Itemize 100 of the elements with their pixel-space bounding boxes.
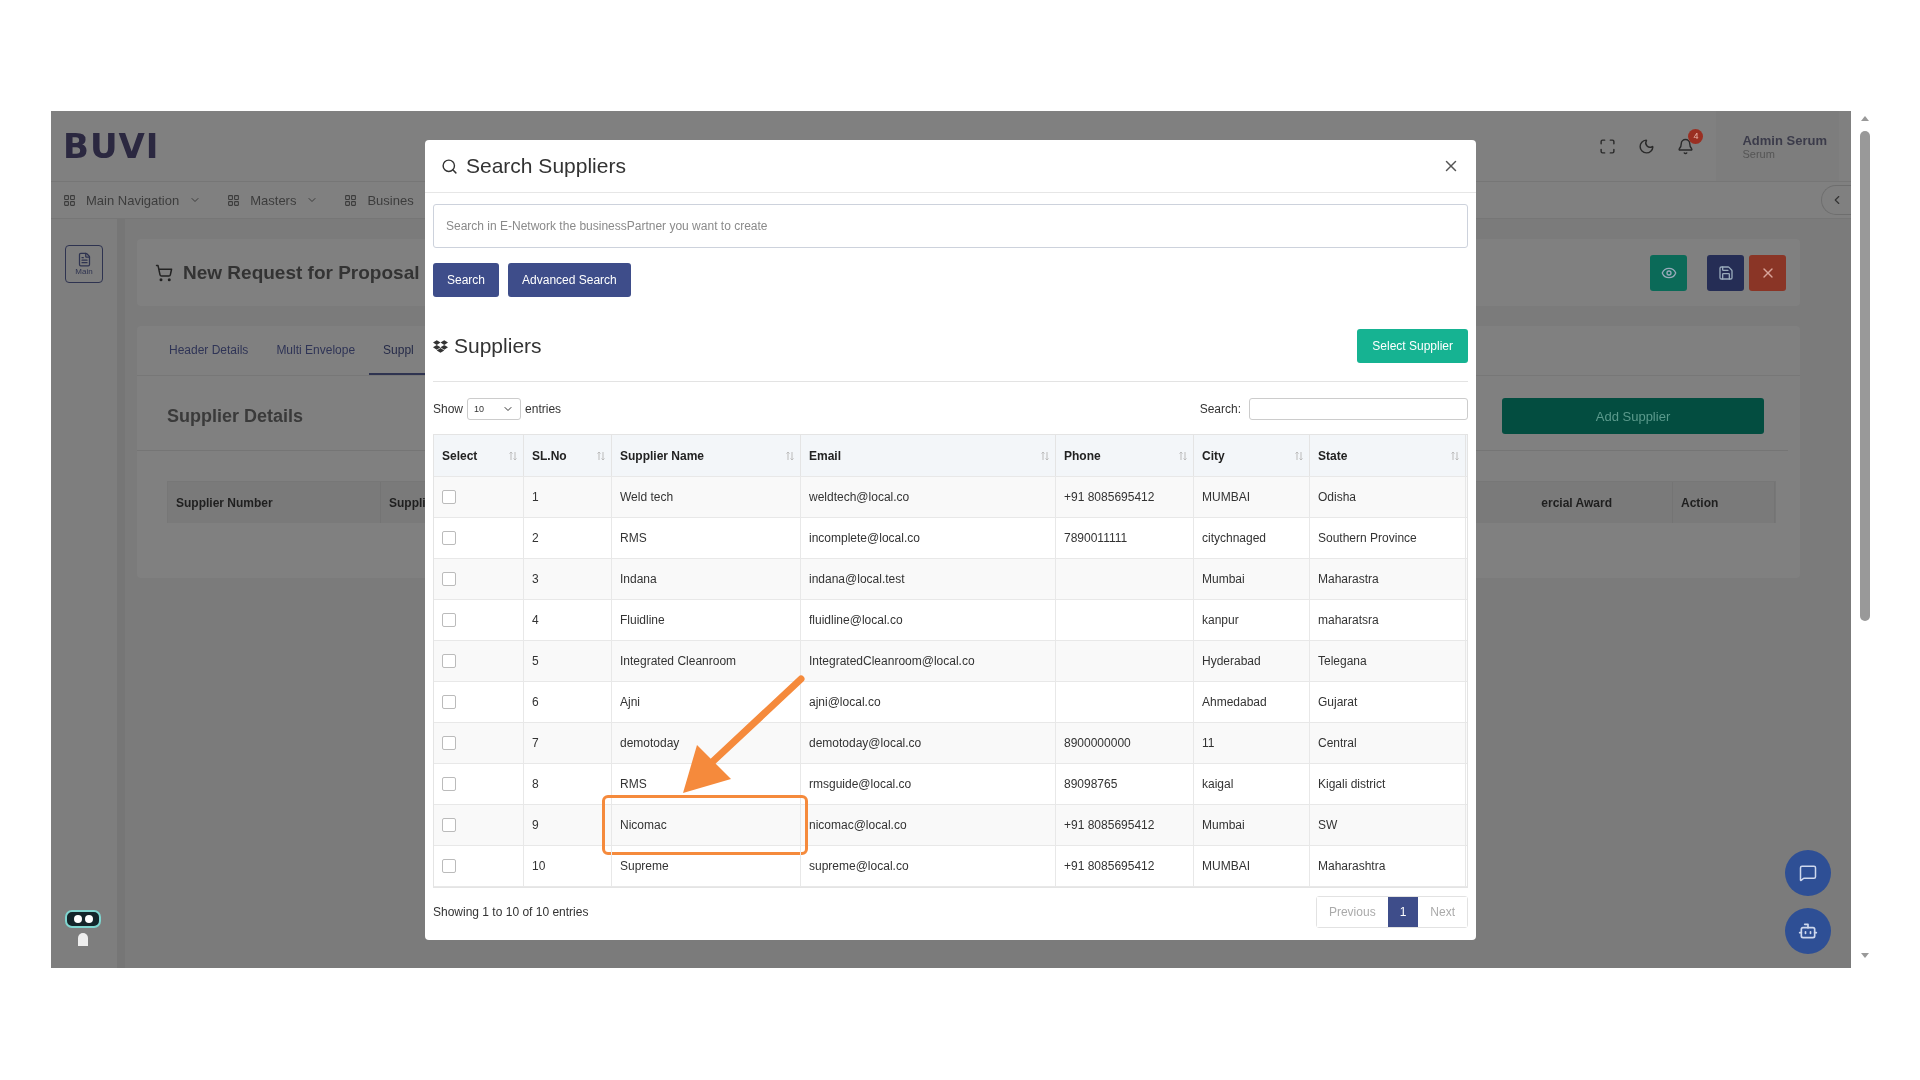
table-cell: Nicomac xyxy=(620,818,667,832)
table-cell: nicomac@local.co xyxy=(809,818,907,832)
checkbox[interactable] xyxy=(442,531,456,545)
table-cell: Odisha xyxy=(1318,490,1357,504)
table-cell: 8 xyxy=(532,777,539,791)
table-cell: 1 xyxy=(532,490,539,504)
search-button[interactable]: Search xyxy=(433,263,500,297)
logo: BUVI xyxy=(63,126,160,166)
section-title: Supplier Details xyxy=(167,405,304,427)
table-cell: fluidline@local.co xyxy=(809,613,903,627)
save-icon xyxy=(1717,264,1734,281)
table-cell: Southern Province xyxy=(1318,531,1417,545)
table-cell: MUMBAI xyxy=(1202,490,1250,504)
column-header[interactable]: SL.No xyxy=(532,448,567,463)
chat-icon xyxy=(1799,864,1817,882)
table-search-field[interactable] xyxy=(1249,398,1468,420)
collapse-button[interactable] xyxy=(1821,185,1851,215)
checkbox[interactable] xyxy=(442,654,456,668)
bell-icon[interactable] xyxy=(1677,137,1695,155)
main-menu-button[interactable]: Main xyxy=(65,245,103,283)
search-field[interactable]: Search in E-Network the businessPartner you want to create xyxy=(433,204,1468,248)
column-header[interactable]: City xyxy=(1202,448,1225,463)
robot-mascot-icon xyxy=(64,908,104,948)
table-cell: kaigal xyxy=(1202,777,1234,791)
robot-icon xyxy=(1798,921,1818,941)
table-cell: Telegana xyxy=(1318,654,1367,668)
table-cell: Indana xyxy=(620,572,657,586)
tab[interactable]: Multi Envelope xyxy=(262,326,370,375)
table-cell: Hyderabad xyxy=(1202,654,1261,668)
page-title: New Request for Proposal xyxy=(183,261,420,284)
tab[interactable]: Header Details xyxy=(155,326,263,375)
table-cell: indana@local.test xyxy=(809,572,905,586)
checkbox[interactable] xyxy=(442,613,456,627)
checkbox[interactable] xyxy=(442,695,456,709)
dialog-title: Search Suppliers xyxy=(466,154,626,178)
save-button[interactable] xyxy=(1707,254,1744,291)
nav-menu-item[interactable]: Busines xyxy=(367,192,414,208)
table-cell: +91 8085695412 xyxy=(1064,818,1155,832)
fullscreen-icon[interactable] xyxy=(1599,137,1617,155)
section-title: Suppliers xyxy=(454,334,542,358)
table-cell: 6 xyxy=(532,695,539,709)
checkbox[interactable] xyxy=(442,859,456,873)
table-info: Showing 1 to 10 of 10 entries xyxy=(433,905,589,919)
table-cell: demotoday@local.co xyxy=(809,736,922,750)
checkbox[interactable] xyxy=(442,777,456,791)
bot-button[interactable] xyxy=(1785,908,1831,954)
sort-icon xyxy=(1179,450,1187,461)
pagination-button[interactable]: 1 xyxy=(1387,897,1419,927)
table-cell: 5 xyxy=(532,654,539,668)
select-supplier-button[interactable]: Select Supplier xyxy=(1357,329,1468,363)
table-cell: Maharastra xyxy=(1318,572,1379,586)
search-label: Search: xyxy=(1199,402,1241,416)
checkbox[interactable] xyxy=(442,818,456,832)
view-button[interactable] xyxy=(1650,254,1687,291)
table-cell: 9 xyxy=(532,818,539,832)
table-cell: weldtech@local.co xyxy=(809,490,910,504)
table-cell: Central xyxy=(1318,736,1357,750)
table-cell: RMS xyxy=(620,777,647,791)
table-cell: 4 xyxy=(532,613,539,627)
column-header[interactable]: Phone xyxy=(1064,448,1101,463)
checkbox[interactable] xyxy=(442,572,456,586)
moon-icon[interactable] xyxy=(1638,137,1656,155)
table-cell: citychnaged xyxy=(1202,531,1267,545)
page-size-select[interactable]: 10 xyxy=(467,398,522,420)
nav-menu-item[interactable]: Masters xyxy=(250,192,297,208)
table-cell: MUMBAI xyxy=(1202,859,1250,873)
table-cell: demotoday xyxy=(620,736,680,750)
table-cell: Ajni xyxy=(620,695,640,709)
show-label: Show xyxy=(433,402,464,416)
checkbox[interactable] xyxy=(442,736,456,750)
table-cell: 10 xyxy=(532,859,546,873)
grid-icon xyxy=(63,193,76,207)
table-cell: 2 xyxy=(532,531,539,545)
column-header[interactable]: Supplier Name xyxy=(620,448,705,463)
table-cell: 89098765 xyxy=(1064,777,1118,791)
column-header: Action xyxy=(1673,482,1775,523)
checkbox[interactable] xyxy=(442,490,456,504)
nav-menu-item[interactable]: Main Navigation xyxy=(86,192,180,208)
table-cell: ajni@local.co xyxy=(809,695,881,709)
table-cell: Supreme xyxy=(620,859,669,873)
table-cell: maharatsra xyxy=(1318,613,1379,627)
search-button[interactable]: Advanced Search xyxy=(508,263,631,297)
cart-icon xyxy=(155,263,173,282)
column-header[interactable]: State xyxy=(1318,448,1348,463)
document-icon xyxy=(76,252,92,267)
chat-button[interactable] xyxy=(1785,850,1831,896)
column-header[interactable]: Email xyxy=(809,448,841,463)
column-header[interactable]: Select xyxy=(442,448,478,463)
table-cell: +91 8085695412 xyxy=(1064,490,1155,504)
table-cell: Ahmedabad xyxy=(1202,695,1267,709)
table-cell: 8900000000 xyxy=(1064,736,1131,750)
sort-icon xyxy=(509,450,517,461)
table-cell: supreme@local.co xyxy=(809,859,909,873)
table-cell: Integrated Cleanroom xyxy=(620,654,737,668)
table-cell: +91 8085695412 xyxy=(1064,859,1155,873)
add-supplier-button[interactable]: Add Supplier xyxy=(1502,398,1764,434)
table-cell: Maharashtra xyxy=(1318,859,1386,873)
grid-icon xyxy=(344,193,358,207)
sort-icon xyxy=(597,450,605,461)
table-cell: 11 xyxy=(1202,736,1215,750)
